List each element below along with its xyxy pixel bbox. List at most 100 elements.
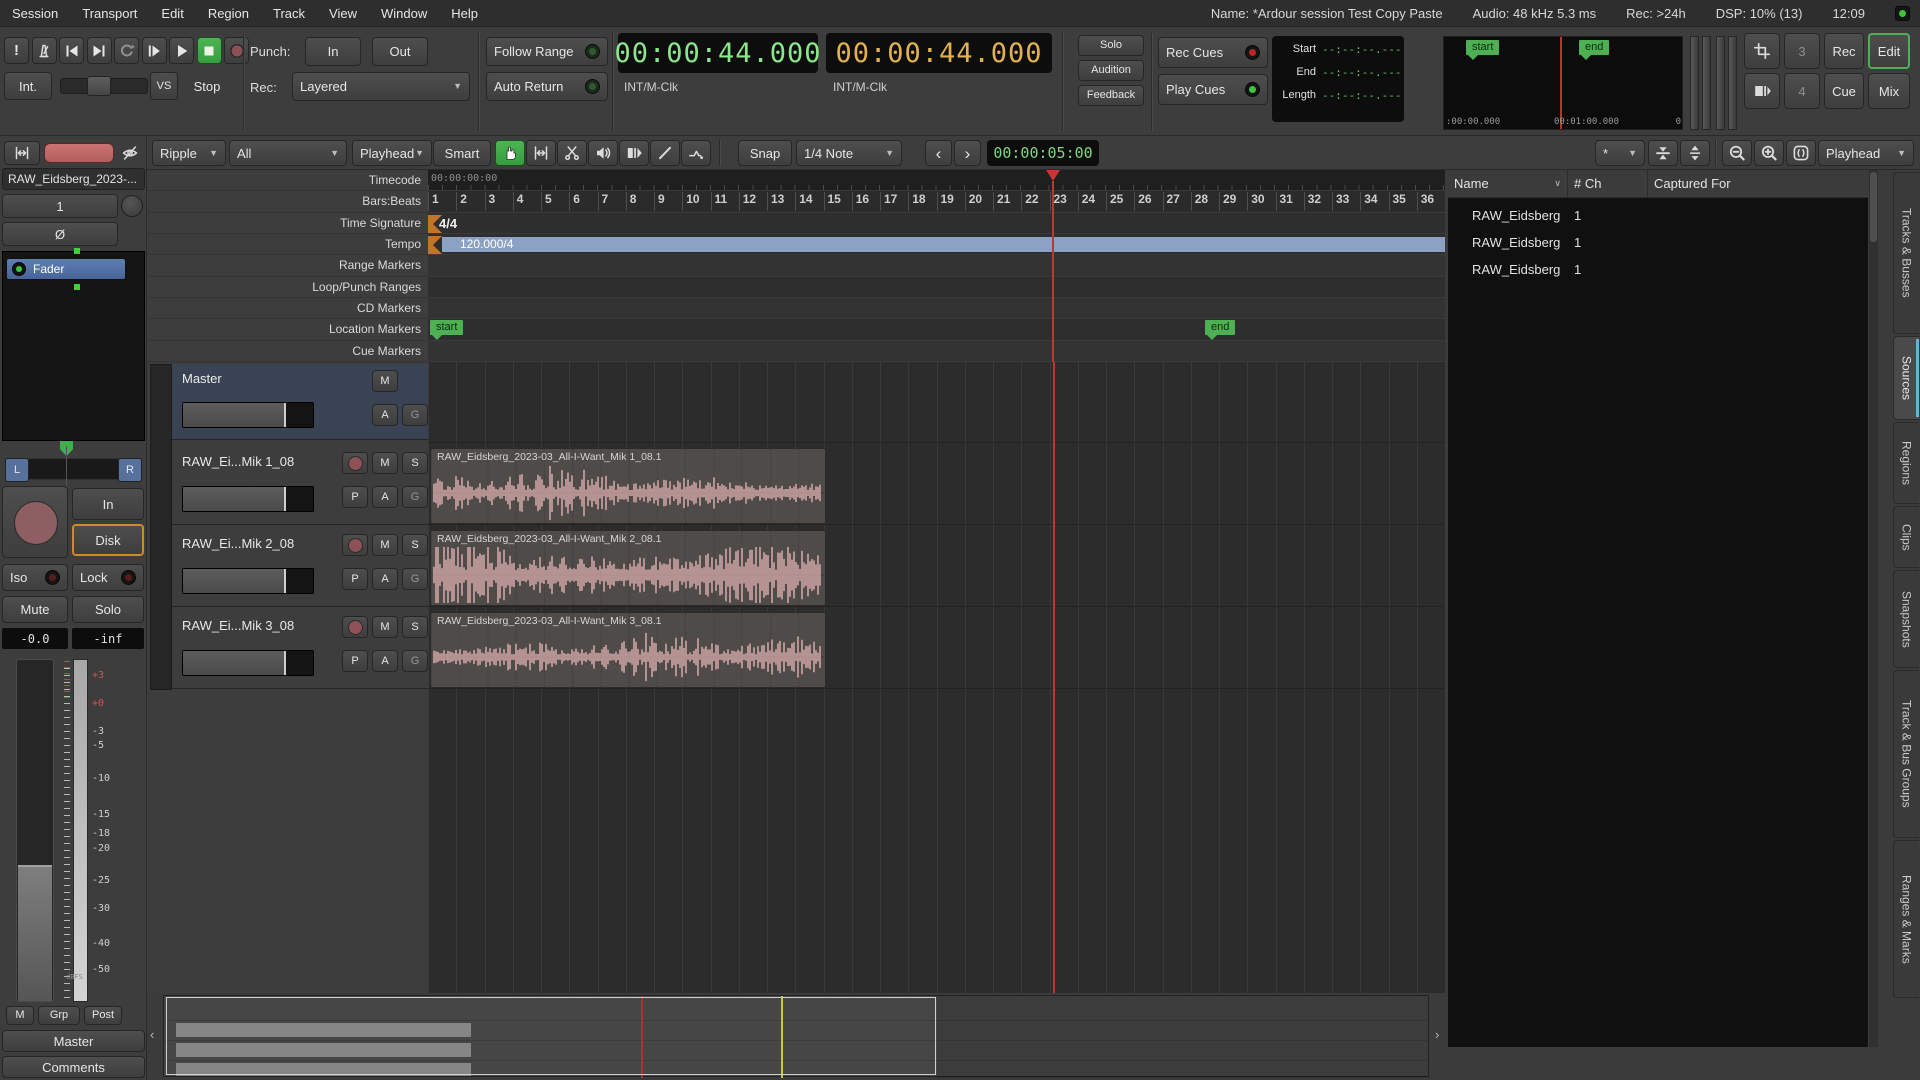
track-name[interactable]: RAW_Ei...Mik 1_08: [182, 454, 294, 469]
ruler-label-location-markers[interactable]: Location Markers: [147, 319, 428, 341]
grab-tool[interactable]: [495, 140, 525, 166]
record-mode-dropdown[interactable]: Layered ▼: [292, 72, 470, 101]
menu-item-transport[interactable]: Transport: [82, 6, 137, 21]
rec-cues-button[interactable]: Rec Cues: [1158, 37, 1268, 68]
record-safe-strip[interactable]: [44, 143, 114, 163]
punch-out-button[interactable]: Out: [372, 37, 428, 66]
summary-collapse-left[interactable]: ‹: [150, 1027, 154, 1042]
smart-mode-button[interactable]: Smart: [433, 140, 491, 166]
playlist-button[interactable]: P: [342, 568, 368, 590]
column-header-channels[interactable]: # Ch: [1568, 170, 1648, 197]
zoom-in-button[interactable]: [1754, 140, 1784, 166]
group-button[interactable]: Grp: [38, 1006, 80, 1025]
solo-button[interactable]: Solo: [1078, 35, 1144, 56]
shuttle-stop-button[interactable]: Stop: [184, 72, 230, 100]
auto-return-button[interactable]: Auto Return: [486, 72, 608, 101]
time-sig-value[interactable]: 4/4: [439, 216, 457, 231]
go-end-button[interactable]: [86, 37, 112, 64]
automation-button[interactable]: A: [372, 650, 398, 672]
punch-in-button[interactable]: In: [305, 37, 361, 66]
play-cues-button[interactable]: Play Cues: [1158, 74, 1268, 105]
track-name[interactable]: RAW_Ei...Mik 2_08: [182, 536, 294, 551]
toolbar-grip-3[interactable]: [1716, 36, 1725, 130]
summary-view[interactable]: [163, 995, 1429, 1078]
page-mix-button[interactable]: Mix: [1868, 73, 1910, 109]
gain-fader[interactable]: [16, 659, 54, 1002]
mute-button[interactable]: M: [372, 370, 398, 392]
snap-mode-button[interactable]: Snap: [738, 140, 792, 166]
output-master-button[interactable]: Master: [2, 1030, 145, 1052]
panic-button[interactable]: !: [4, 37, 29, 64]
tab-snapshots[interactable]: Snapshots: [1893, 570, 1919, 668]
column-header-captured[interactable]: Captured For: [1648, 170, 1868, 197]
solo-iso-button[interactable]: Iso: [2, 564, 68, 591]
range-start-value[interactable]: --:--:--.---: [1322, 43, 1401, 56]
mute-button[interactable]: M: [372, 452, 398, 474]
primary-clock-source[interactable]: INT/M-Clk: [624, 80, 678, 94]
trim-knob[interactable]: [121, 195, 143, 217]
status-led[interactable]: [1895, 5, 1910, 21]
page-edit-button[interactable]: Edit: [1868, 33, 1910, 69]
automation-button[interactable]: A: [372, 568, 398, 590]
meter-post-button[interactable]: Post: [84, 1006, 122, 1025]
varispeed-button[interactable]: VS: [150, 72, 178, 100]
pan-track[interactable]: [28, 458, 119, 480]
playlist-button[interactable]: P: [342, 650, 368, 672]
menu-item-region[interactable]: Region: [208, 6, 249, 21]
timefx-tool[interactable]: [619, 140, 649, 166]
tab-sources[interactable]: Sources: [1893, 336, 1919, 420]
solo-lock-button[interactable]: Lock: [72, 564, 144, 591]
ruler-row-bars-beats[interactable]: 1 2 3 4 5 6 7 8 9 10 11 12 13 14 15 16 17 18 19 20 21 22 23 24 2…: [428, 191, 1445, 213]
mini-marker-start[interactable]: start: [1466, 40, 1500, 60]
strip-io-button[interactable]: 1: [2, 194, 118, 218]
column-header-name[interactable]: Name ∨: [1448, 170, 1568, 197]
track-gain-slider[interactable]: [182, 402, 314, 428]
edit-point-dropdown[interactable]: Playhead ▼: [352, 140, 432, 166]
track-header-2[interactable]: RAW_Ei...Mik 2_08 M S P A G: [172, 528, 428, 607]
group-button[interactable]: G: [402, 650, 428, 672]
processor-active-led[interactable]: [12, 262, 26, 276]
editor-visibility-button[interactable]: [1744, 33, 1780, 69]
phase-invert-button[interactable]: Ø: [2, 222, 118, 246]
track-name[interactable]: RAW_Ei...Mik 3_08: [182, 618, 294, 633]
ruler-row-time-signature[interactable]: 4/4: [428, 212, 1445, 234]
ruler-label-time-signature[interactable]: Time Signature: [147, 212, 428, 234]
editor-canvas[interactable]: RAW_Eidsberg_2023-03_All-I-Want_Mik 1_08…: [428, 362, 1445, 993]
menu-item-track[interactable]: Track: [273, 6, 305, 21]
loop-button[interactable]: [114, 37, 139, 64]
comments-button[interactable]: Comments: [2, 1056, 145, 1078]
record-button[interactable]: [224, 37, 249, 64]
solo-button[interactable]: S: [402, 534, 428, 556]
audio-region[interactable]: RAW_Eidsberg_2023-03_All-I-Want_Mik 2_08…: [430, 530, 826, 606]
zoom-focus-dropdown[interactable]: Playhead ▼: [1818, 140, 1914, 166]
ruler-row-range-markers[interactable]: [428, 255, 1445, 277]
mini-timeline[interactable]: start end :00:00.000 00:01:00.000 0: [1443, 36, 1683, 130]
strip-width-button[interactable]: [4, 141, 40, 165]
nudge-clock[interactable]: 00:00:05:00: [987, 140, 1099, 166]
page-cue-button[interactable]: Cue: [1824, 73, 1864, 109]
hide-strip-button[interactable]: [117, 141, 143, 165]
mute-button[interactable]: M: [372, 534, 398, 556]
secondary-clock-source[interactable]: INT/M-Clk: [833, 80, 887, 94]
summary-collapse-right[interactable]: ›: [1435, 1027, 1439, 1042]
source-row-2[interactable]: RAW_Eidsberg 1: [1448, 229, 1868, 256]
play-range-button[interactable]: [141, 37, 167, 64]
tempo-band[interactable]: 120.000/4: [442, 237, 1445, 252]
playlist-button[interactable]: P: [342, 486, 368, 508]
nudge-back-button[interactable]: ‹: [925, 140, 952, 166]
draw-tool[interactable]: [650, 140, 680, 166]
source-row-3[interactable]: RAW_Eidsberg 1: [1448, 256, 1868, 283]
menu-item-view[interactable]: View: [329, 6, 357, 21]
tempo-marker[interactable]: [428, 236, 442, 254]
zoom-preset-dropdown[interactable]: * ▼: [1595, 140, 1645, 166]
ruler-label-cd-markers[interactable]: CD Markers: [147, 298, 428, 320]
toolbar-grip-4[interactable]: [1728, 36, 1737, 130]
solo-button[interactable]: S: [402, 452, 428, 474]
mute-button[interactable]: Mute: [2, 596, 68, 623]
ruler-row-location-markers[interactable]: start end: [428, 319, 1445, 341]
ruler-label-loop-punch-ranges[interactable]: Loop/Punch Ranges: [147, 276, 428, 298]
edit-content-tool[interactable]: [681, 140, 711, 166]
ripple-scope-dropdown[interactable]: All ▼: [229, 140, 347, 166]
secondary-clock[interactable]: 00:00:44.000: [826, 33, 1052, 73]
tab-clips[interactable]: Clips: [1893, 506, 1919, 568]
